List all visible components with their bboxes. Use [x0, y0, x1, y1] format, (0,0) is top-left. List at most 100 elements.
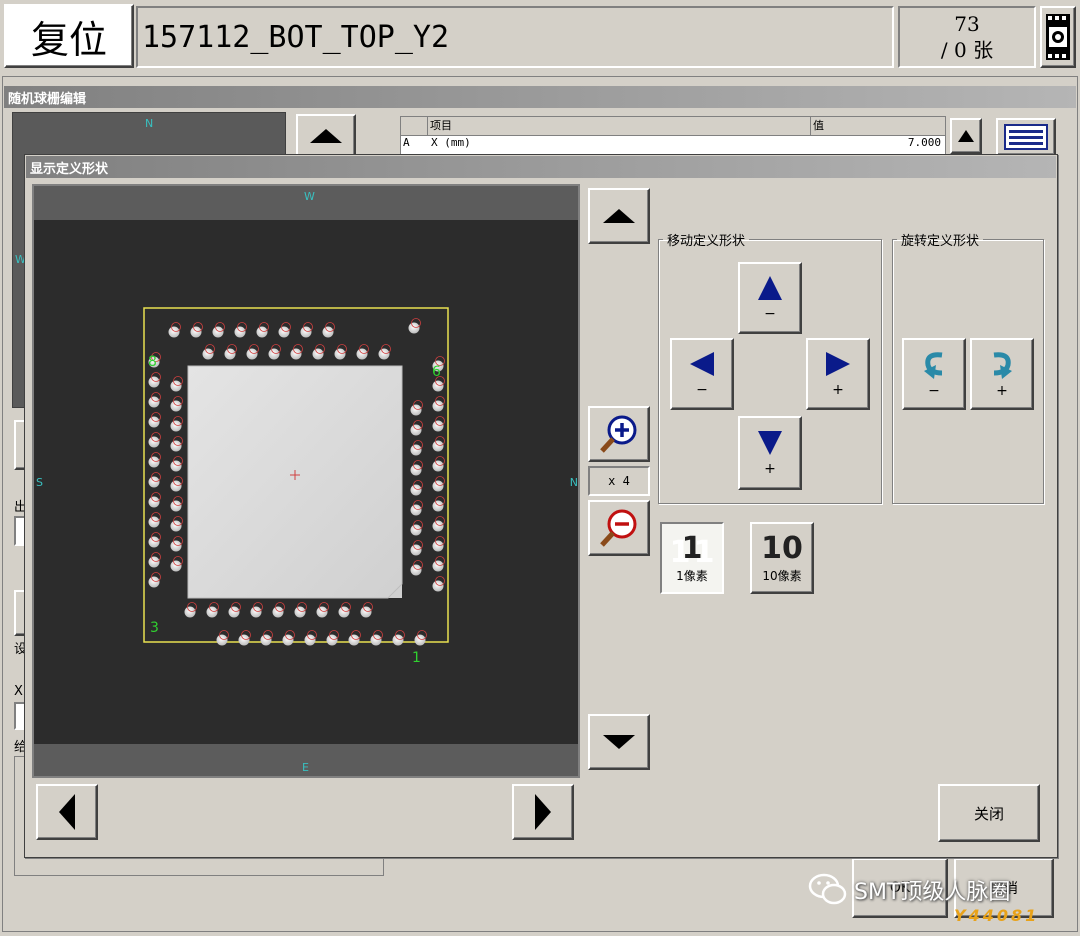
solder-ball: [250, 606, 262, 618]
solder-ball: [316, 606, 328, 618]
bg-side-label: X: [14, 684, 23, 699]
pin-label: 6: [432, 364, 441, 380]
solder-ball: [246, 348, 258, 360]
move-up-button[interactable]: −: [738, 262, 802, 334]
solder-ball: [294, 606, 306, 618]
solder-ball: [148, 416, 160, 428]
solder-ball: [410, 544, 422, 556]
solder-ball: [216, 634, 228, 646]
background-window-title: 随机球栅编辑: [8, 91, 87, 107]
zoom-in-icon: [600, 415, 637, 453]
rotate-ccw-button[interactable]: −: [902, 338, 966, 410]
step-1-pixel-button[interactable]: 1 1像素: [660, 522, 724, 594]
close-button[interactable]: 关闭: [938, 784, 1040, 842]
solder-ball: [290, 348, 302, 360]
bg-table-scroll-up[interactable]: [950, 118, 982, 154]
solder-ball: [212, 326, 224, 338]
solder-ball: [168, 326, 180, 338]
solder-ball: [348, 634, 360, 646]
solder-ball: [170, 540, 182, 552]
solder-ball: [260, 634, 272, 646]
solder-ball: [432, 560, 444, 572]
view-scroll-down-button[interactable]: [588, 714, 650, 770]
table-cell: A: [403, 136, 410, 149]
solder-ball: [170, 380, 182, 392]
zoom-out-button[interactable]: [588, 500, 650, 556]
wechat-icon: [808, 873, 847, 905]
left-arrow-icon: [690, 352, 714, 376]
solder-ball: [410, 524, 422, 536]
counter-top: 73: [954, 12, 980, 36]
solder-ball: [148, 536, 160, 548]
solder-ball: [234, 326, 246, 338]
right-arrow-icon: [826, 352, 850, 376]
watermark: SMT顶级人脉圈 Y44081: [808, 864, 1078, 934]
solder-ball: [228, 606, 240, 618]
counter-bottom: / 0 张: [940, 38, 994, 62]
move-down-sign: +: [764, 461, 776, 477]
move-left-button[interactable]: −: [670, 338, 734, 410]
bg-scroll-up-button[interactable]: [296, 114, 356, 158]
table-header-value: 值: [813, 119, 824, 132]
pin-label: 8: [148, 354, 157, 370]
rotate-ccw-sign: −: [928, 383, 940, 399]
solder-ball: [432, 480, 444, 492]
solder-ball: [148, 456, 160, 468]
solder-ball: [238, 634, 250, 646]
solder-ball: [170, 480, 182, 492]
solder-ball: [170, 460, 182, 472]
right-arrow-icon: [535, 794, 551, 830]
rotate-cw-button[interactable]: +: [970, 338, 1034, 410]
camera-view[interactable]: W E S N 1 6 8 3: [32, 184, 580, 778]
solder-ball: [338, 606, 350, 618]
solder-ball: [432, 580, 444, 592]
step-10-pixel-button[interactable]: 10 10像素: [750, 522, 814, 594]
solder-ball: [148, 376, 160, 388]
solder-ball: [170, 520, 182, 532]
camera-button[interactable]: [1040, 6, 1076, 68]
reset-button[interactable]: 复位: [4, 4, 134, 68]
down-arrow-icon: [758, 431, 782, 455]
solder-ball: [410, 464, 422, 476]
solder-ball: [170, 400, 182, 412]
move-left-sign: −: [696, 382, 708, 398]
zoom-level: x 4: [588, 466, 650, 496]
solder-ball: [408, 322, 420, 334]
view-scroll-up-button[interactable]: [588, 188, 650, 244]
bg-edit-list-button[interactable]: [996, 118, 1056, 156]
move-right-button[interactable]: +: [806, 338, 870, 410]
solder-ball: [148, 476, 160, 488]
solder-ball: [170, 500, 182, 512]
solder-ball: [300, 326, 312, 338]
solder-ball: [256, 326, 268, 338]
rotate-shape-group-label: 旋转定义形状: [901, 234, 980, 249]
solder-ball: [148, 436, 160, 448]
step-10-number: 10: [761, 530, 803, 566]
view-scroll-left-button[interactable]: [36, 784, 98, 840]
solder-ball: [148, 516, 160, 528]
solder-ball: [202, 348, 214, 360]
reset-label: 复位: [30, 17, 107, 62]
solder-ball: [370, 634, 382, 646]
pin-label: 3: [150, 620, 159, 636]
up-arrow-icon: [603, 209, 635, 223]
solder-ball: [326, 634, 338, 646]
solder-ball: [432, 400, 444, 412]
step-1-label: 1像素: [676, 568, 708, 583]
view-scroll-right-button[interactable]: [512, 784, 574, 840]
solder-ball: [322, 326, 334, 338]
solder-ball: [360, 606, 372, 618]
solder-ball: [410, 424, 422, 436]
solder-ball: [312, 348, 324, 360]
solder-ball: [184, 606, 196, 618]
zoom-in-button[interactable]: [588, 406, 650, 462]
solder-ball: [392, 634, 404, 646]
solder-ball: [432, 500, 444, 512]
move-up-sign: −: [764, 306, 776, 322]
move-down-button[interactable]: +: [738, 416, 802, 490]
table-row[interactable]: A X (mm) 7.000: [401, 136, 945, 154]
step-10-label: 10像素: [762, 568, 802, 583]
solder-ball: [410, 564, 422, 576]
solder-ball: [414, 634, 426, 646]
solder-ball: [334, 348, 346, 360]
